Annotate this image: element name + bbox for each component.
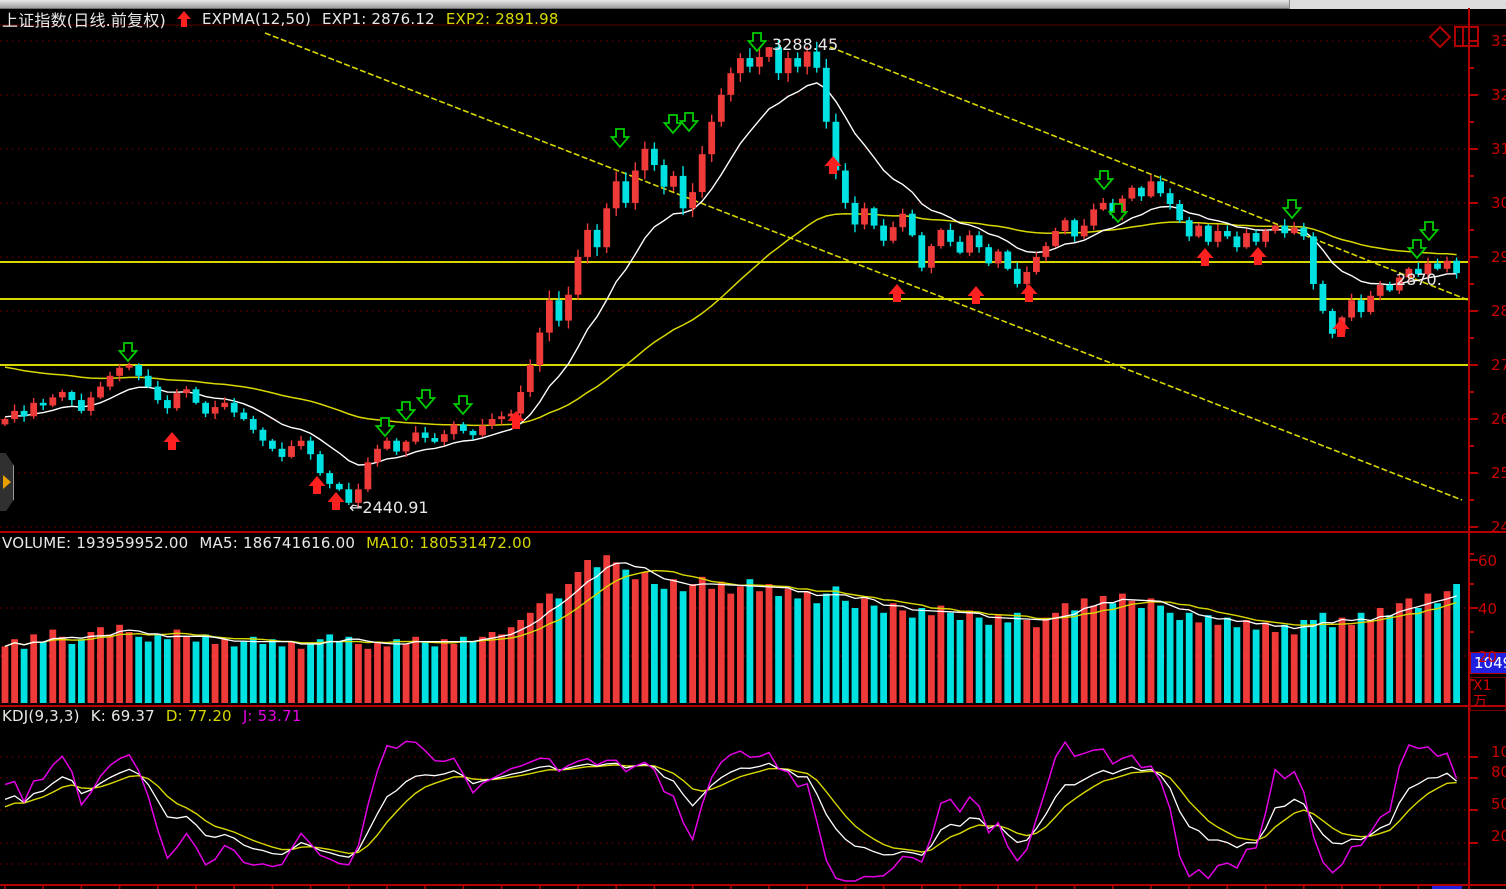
exp2-value: EXP2: 2891.98 — [446, 10, 559, 28]
indicator-name: EXPMA(12,50) — [202, 10, 311, 28]
main-chart-header: 上证指数(日线.前复权) EXPMA(12,50) EXP1: 2876.12 … — [2, 7, 559, 31]
candles-layer — [2, 40, 1460, 508]
expand-arrow-icon — [3, 475, 11, 489]
kdj-j-line — [5, 741, 1457, 881]
kdj-header: KDJ(9,3,3) K: 69.37 D: 77.20 J: 53.71 — [2, 707, 302, 725]
signal-arrows-layer — [120, 33, 1438, 510]
volume-axis-label: 60 — [1478, 552, 1497, 570]
price-axis-label: 2500 — [1491, 464, 1506, 482]
low-price-label: ←2440.91 — [349, 498, 429, 517]
volume-header: VOLUME: 193959952.00 MA5: 186741616.00 M… — [2, 534, 532, 552]
price-axis-label: 3100 — [1491, 140, 1506, 158]
volume-value: VOLUME: 193959952.00 — [2, 534, 188, 552]
chart-canvas — [0, 0, 1506, 889]
trading-app-window: 上证指数(日线.前复权) EXPMA(12,50) EXP1: 2876.12 … — [0, 0, 1506, 889]
volume-ma10-value: MA10: 180531472.00 — [366, 534, 531, 552]
kdj-axis-label: 80 — [1491, 763, 1506, 781]
kdj-label: KDJ(9,3,3) — [2, 707, 80, 725]
volume-axis-label: 20 — [1478, 648, 1497, 666]
price-axis-label: 2400 — [1491, 518, 1506, 536]
latest-price-label: 2870. — [1396, 270, 1442, 289]
volume-ma5-value: MA5: 186741616.00 — [199, 534, 355, 552]
diamond-icon[interactable] — [1428, 25, 1452, 53]
symbol-title: 上证指数(日线.前复权) — [2, 7, 166, 31]
price-axis-label: 2800 — [1491, 302, 1506, 320]
price-axis-label: 3300 — [1491, 32, 1506, 50]
volume-bars-layer — [2, 555, 1460, 703]
price-axis-label: 2900 — [1491, 248, 1506, 266]
kdj-axis-label: 100 — [1491, 743, 1506, 761]
kdj-d-value: D: 77.20 — [166, 707, 232, 725]
price-axis-label: 3000 — [1491, 194, 1506, 212]
price-axis-label: 3200 — [1491, 86, 1506, 104]
exp1-value: EXP1: 2876.12 — [322, 10, 435, 28]
peak-price-label: 3288.45 — [772, 35, 838, 54]
kdj-j-value: J: 53.71 — [243, 707, 302, 725]
kdj-axis-label: 20 — [1491, 827, 1506, 845]
volume-unit-label: X1万 — [1470, 677, 1506, 711]
volume-axis-label: 40 — [1478, 600, 1497, 618]
kdj-axis-label: 50 — [1491, 795, 1506, 813]
red-up-arrow-icon — [177, 11, 191, 27]
price-axis-label: 2700 — [1491, 356, 1506, 374]
kdj-k-value: K: 69.37 — [91, 707, 155, 725]
price-axis-label: 2600 — [1491, 410, 1506, 428]
exp1-line — [5, 83, 1457, 465]
split-window-icon[interactable] — [1454, 26, 1480, 52]
